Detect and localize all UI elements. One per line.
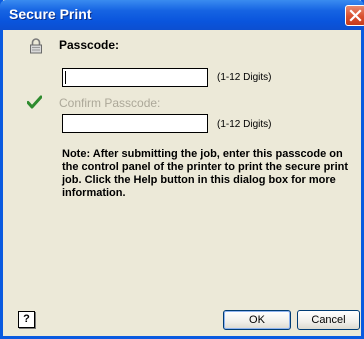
passcode-label: Passcode: bbox=[59, 38, 120, 52]
note-text: Note: After submitting the job, enter th… bbox=[62, 148, 349, 199]
secure-print-dialog: Secure Print Passcode: (1-12 Digits) Con… bbox=[0, 0, 364, 339]
lock-icon bbox=[30, 38, 42, 54]
text-caret bbox=[65, 71, 66, 84]
close-button[interactable] bbox=[345, 5, 364, 26]
passcode-input[interactable] bbox=[62, 68, 208, 87]
checkmark-icon bbox=[27, 95, 42, 109]
cancel-button[interactable]: Cancel bbox=[297, 310, 360, 330]
close-icon bbox=[349, 9, 362, 22]
window-title: Secure Print bbox=[9, 6, 92, 22]
passcode-hint: (1-12 Digits) bbox=[217, 72, 272, 83]
confirm-passcode-label: Confirm Passcode: bbox=[59, 96, 161, 110]
title-bar[interactable]: Secure Print bbox=[0, 0, 364, 30]
confirm-passcode-hint: (1-12 Digits) bbox=[217, 119, 272, 130]
help-button[interactable]: ? bbox=[18, 311, 35, 328]
ok-button[interactable]: OK bbox=[223, 310, 291, 330]
confirm-passcode-input[interactable] bbox=[62, 114, 208, 133]
